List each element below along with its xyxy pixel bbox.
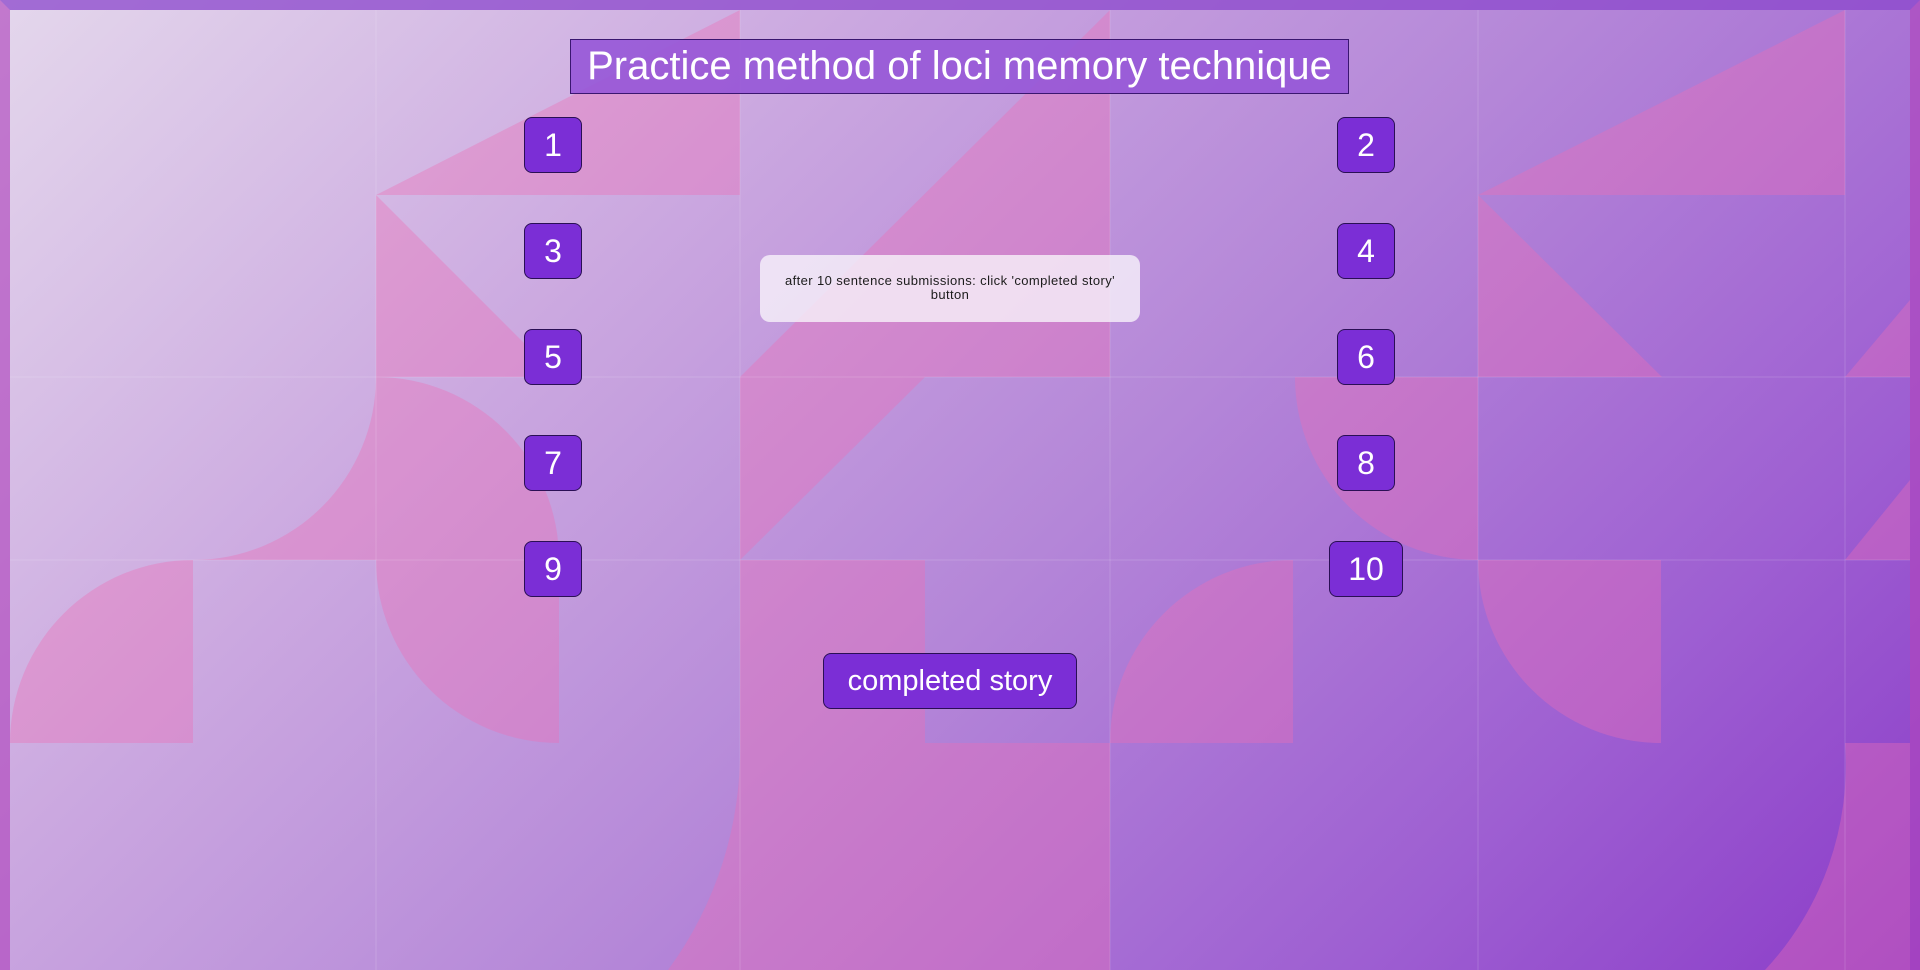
locus-button-4[interactable]: 4 — [1337, 223, 1395, 279]
locus-button-8[interactable]: 8 — [1337, 435, 1395, 491]
locus-button-9[interactable]: 9 — [524, 541, 582, 597]
locus-button-6[interactable]: 6 — [1337, 329, 1395, 385]
locus-button-10[interactable]: 10 — [1329, 541, 1403, 597]
locus-button-5[interactable]: 5 — [524, 329, 582, 385]
instruction-box: after 10 sentence submissions: click 'co… — [760, 255, 1140, 322]
background-pattern — [10, 10, 1910, 970]
locus-button-3[interactable]: 3 — [524, 223, 582, 279]
completed-story-button[interactable]: completed story — [823, 653, 1077, 709]
locus-button-1[interactable]: 1 — [524, 117, 582, 173]
locus-button-7[interactable]: 7 — [524, 435, 582, 491]
instruction-text: after 10 sentence submissions: click 'co… — [784, 273, 1116, 302]
page-title: Practice method of loci memory technique — [570, 39, 1349, 94]
locus-button-2[interactable]: 2 — [1337, 117, 1395, 173]
